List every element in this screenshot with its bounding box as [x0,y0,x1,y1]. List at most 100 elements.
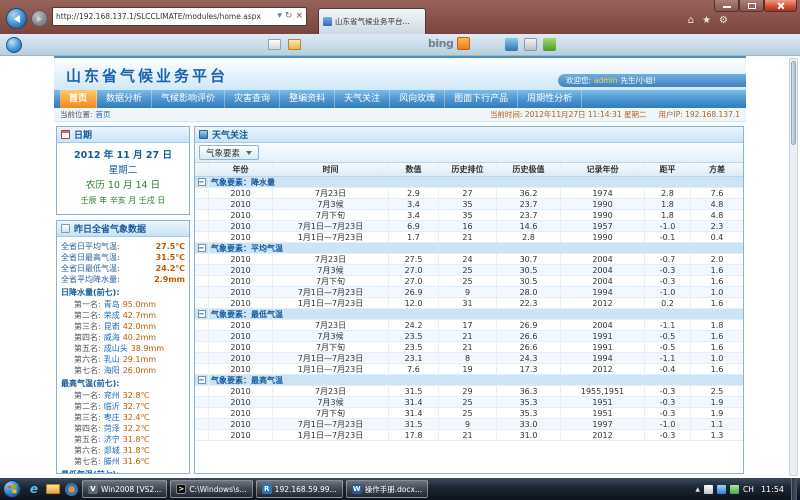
network-icon[interactable] [717,485,726,494]
taskbar-button[interactable]: W操作手册.docx... [346,480,428,498]
nav-item-7[interactable]: 风向玫瑰 [390,90,445,108]
windows-flag-icon [7,484,17,494]
weather-stats-panel-header: 昨日全省气象数据 [57,221,189,237]
collapse-toggle-icon[interactable]: − [198,376,206,384]
table-column-header[interactable]: 数值 [389,163,439,176]
window-minimize-button[interactable] [714,0,739,12]
tools-gear-icon[interactable]: ⚙ [719,14,728,28]
rank-position: 第五名: [74,343,101,354]
table-column-header[interactable]: 历史极值 [497,163,561,176]
table-data-row[interactable]: 20107月1日—7月23日31.5933.01997-1.01.1 [195,419,743,430]
sidebar-rank-row: 第七名:滕州31.6℃ [61,456,185,467]
taskbar-button[interactable]: VWin2008 [VS2... [82,480,167,498]
nav-item-3[interactable]: 气候影响评价 [152,90,225,108]
table-column-header[interactable]: 距平 [645,163,691,176]
address-bar[interactable]: http://192.168.137.1/SLCCLIMATE/modules/… [52,7,307,26]
mail-icon[interactable] [268,39,281,50]
start-button[interactable] [3,480,21,498]
table-data-row[interactable]: 20107月3候27.02530.52004-0.31.6 [195,265,743,276]
favorites-star-icon[interactable]: ★ [702,14,711,28]
clock[interactable]: 11:54 [758,485,787,494]
table-data-row[interactable]: 20107月3候3.43523.719901.84.8 [195,199,743,210]
messenger-icon[interactable] [505,38,518,51]
table-data-row[interactable]: 20107月23日27.52430.72004-0.72.0 [195,254,743,265]
table-cell: 2010 [209,287,273,297]
table-column-header[interactable]: 年份 [209,163,273,176]
nav-item-2[interactable]: 数据分析 [97,90,152,108]
table-cell: 31.4 [389,397,439,407]
table-data-row[interactable]: 20107月1日—7月23日26.9928.01994-1.01.0 [195,287,743,298]
table-section-row[interactable]: −气象要素：最高气温 [195,375,743,386]
volume-icon[interactable] [730,485,739,494]
table-data-row[interactable]: 20107月23日2.92736.219742.87.6 [195,188,743,199]
back-button[interactable] [6,8,27,29]
table-data-row[interactable]: 20107月下旬31.42535.31951-0.31.9 [195,408,743,419]
table-cell: 29 [439,386,497,396]
url-text[interactable]: http://192.168.137.1/SLCCLIMATE/modules/… [56,12,274,21]
taskbar-button[interactable]: >C:\Windows\s... [170,480,252,498]
nav-item-1[interactable]: 首页 [60,90,97,108]
bing-logo[interactable]: bing [428,37,470,50]
window-controls [714,0,797,12]
table-data-row[interactable]: 20107月23日24.21726.92004-1.11.8 [195,320,743,331]
assistant-app-icon[interactable] [6,37,22,53]
window-maximize-button[interactable] [739,0,764,12]
table-data-row[interactable]: 20107月3候23.52126.61991-0.51.6 [195,331,743,342]
table-column-header[interactable]: 方差 [691,163,743,176]
table-column-header[interactable]: 记录年份 [561,163,645,176]
table-data-row[interactable]: 20101月1日—7月23日1.7212.81990-0.10.4 [195,232,743,243]
table-data-row[interactable]: 20101月1日—7月23日12.03122.320120.21.6 [195,298,743,309]
home-icon[interactable]: ⌂ [688,14,694,28]
sidebar-rank-group-title: 最高气温(前七): [61,378,185,390]
collapse-toggle-icon[interactable]: − [198,244,206,252]
document-icon[interactable] [288,39,301,50]
table-data-row[interactable]: 20101月1日—7月23日17.82131.02012-0.31.3 [195,430,743,441]
rank-position: 第一名: [74,299,101,310]
refresh-icon[interactable]: ↻ [285,8,293,25]
tray-expand-icon[interactable]: ▲ [695,486,700,493]
breadcrumb-current[interactable]: 首页 [96,109,111,120]
nav-item-4[interactable]: 灾害查询 [225,90,280,108]
sidebar-rank-row: 第四名:菏泽32.2℃ [61,423,185,434]
table-section-row[interactable]: −气象要素：平均气温 [195,243,743,254]
element-selector-button[interactable]: 气象要素 [199,145,259,160]
table-data-row[interactable]: 20101月1日—7月23日7.61917.32012-0.41.6 [195,364,743,375]
rank-value: 26.0mm [123,365,156,376]
nav-item-9[interactable]: 周期性分析 [518,90,582,108]
table-data-row[interactable]: 20107月下旬3.43523.719901.84.8 [195,210,743,221]
stop-icon[interactable]: × [295,8,303,25]
forward-button[interactable] [31,10,48,27]
table-data-row[interactable]: 20107月下旬23.52126.61991-0.51.6 [195,342,743,353]
nav-item-5[interactable]: 整编资料 [280,90,335,108]
table-data-row[interactable]: 20107月下旬27.02530.52004-0.31.6 [195,276,743,287]
page-scrollbar[interactable] [789,58,798,476]
windows-explorer-icon[interactable] [46,484,60,494]
scrollbar-thumb[interactable] [791,61,796,145]
table-column-header[interactable]: 时间 [273,163,389,176]
language-indicator[interactable]: CH [743,485,754,494]
table-data-row[interactable]: 20107月3候31.42535.31951-0.31.9 [195,397,743,408]
media-player-icon[interactable] [65,483,78,496]
table-data-row[interactable]: 20107月23日31.52936.31955,1951-0.32.5 [195,386,743,397]
weather-focus-panel: 天气关注 气象要素 年份时间数值历史排位历史极值记录年份距平方差−气象要素：降水… [194,126,744,474]
window-close-button[interactable] [764,0,797,12]
welcome-prefix: 欢迎您: [566,75,591,86]
table-section-row[interactable]: −气象要素：最低气温 [195,309,743,320]
nav-item-8[interactable]: 图面下行产品 [445,90,518,108]
internet-explorer-icon[interactable]: e [27,482,41,496]
collapse-toggle-icon[interactable]: − [198,310,206,318]
table-data-row[interactable]: 20107月1日—7月23日6.91614.61957-1.02.3 [195,221,743,232]
collapse-toggle-icon[interactable]: − [198,178,206,186]
action-center-icon[interactable] [704,485,713,494]
table-column-header[interactable]: 历史排位 [439,163,497,176]
nav-item-6[interactable]: 天气关注 [335,90,390,108]
taskbar-button[interactable]: R192.168.59.99... [256,480,343,498]
table-section-row[interactable]: −气象要素：降水量 [195,177,743,188]
apps-icon[interactable] [543,38,556,51]
show-desktop-button[interactable] [791,478,797,500]
camera-icon[interactable] [524,38,537,51]
table-cell: 1974 [561,188,645,198]
table-data-row[interactable]: 20107月1日—7月23日23.1824.31994-1.11.0 [195,353,743,364]
browser-tab[interactable]: 山东省气候业务平台... [318,8,426,34]
search-dropdown-icon[interactable]: ▾ [277,8,282,25]
